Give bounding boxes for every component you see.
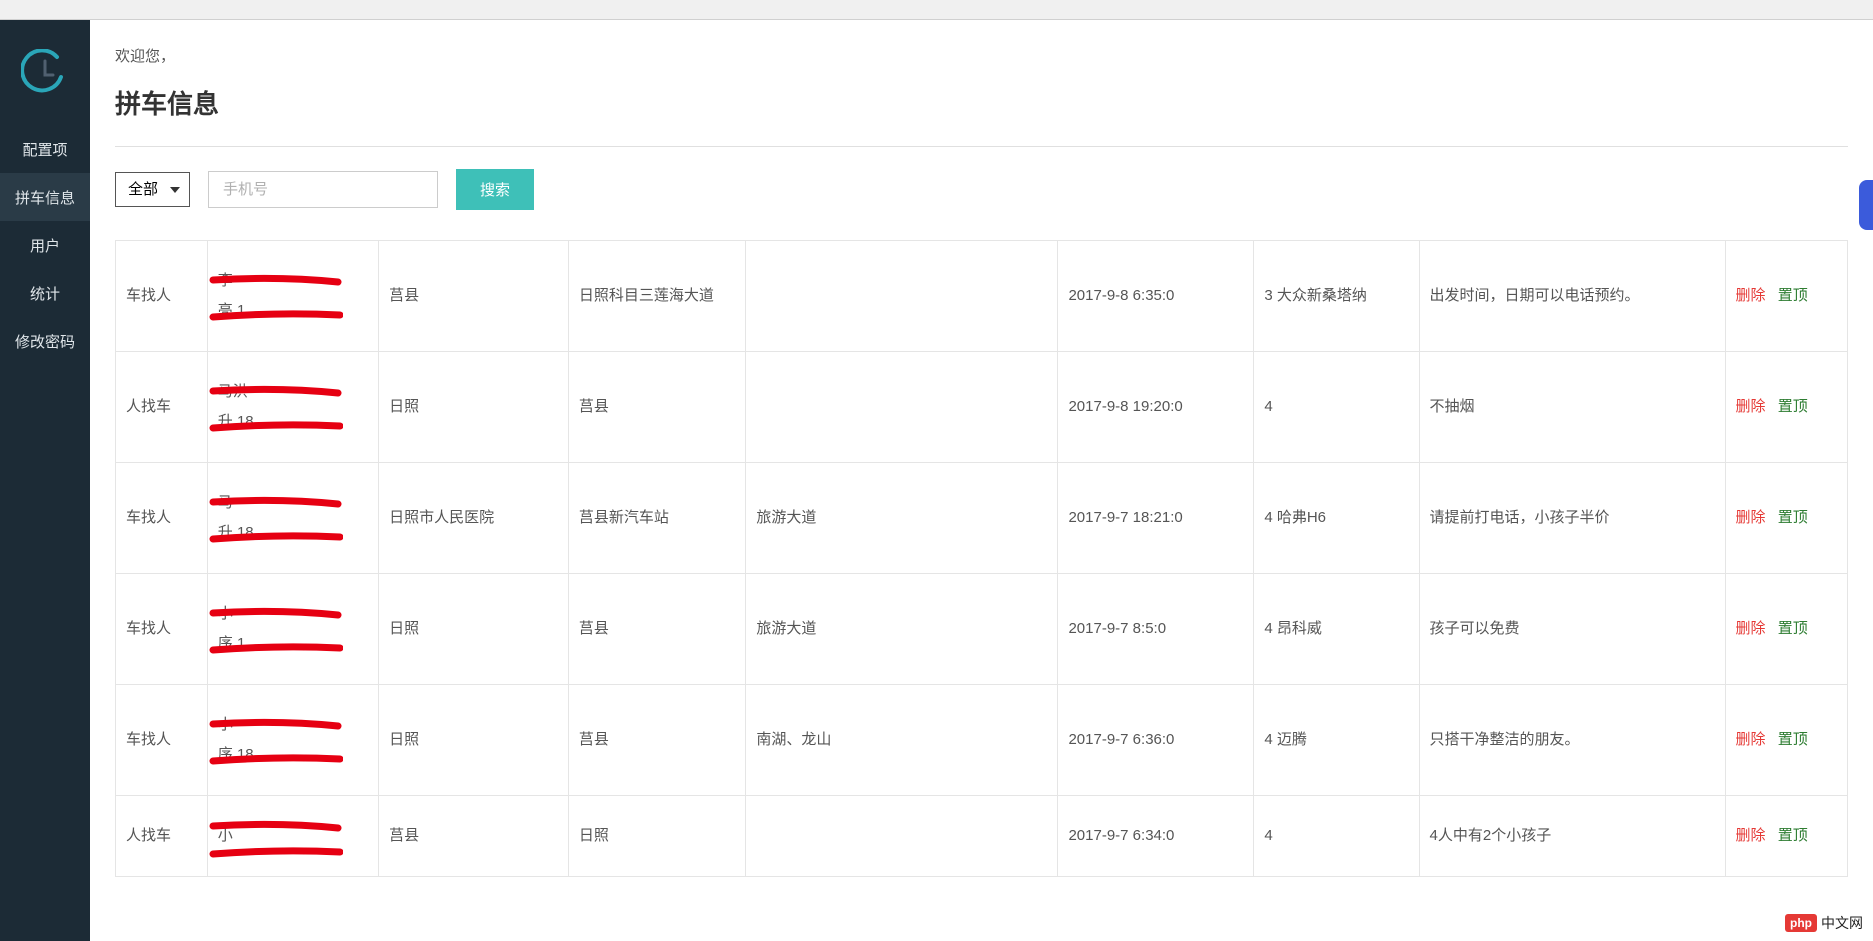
cell-time: 2017-9-7 8:5:0 [1058, 574, 1254, 685]
sidebar-item-label: 配置项 [22, 139, 67, 160]
cell-name: 马 升 18 [207, 463, 378, 574]
right-accent-tab[interactable] [1859, 180, 1873, 230]
cell-time: 2017-9-8 6:35:0 [1058, 241, 1254, 352]
cell-seats: 3 大众新桑塔纳 [1254, 241, 1419, 352]
cell-time: 2017-9-7 6:36:0 [1058, 685, 1254, 796]
sidebar-item-label: 统计 [30, 283, 60, 304]
cell-start: 莒县 [379, 796, 569, 877]
sidebar-item-stats[interactable]: 统计 [0, 269, 90, 317]
cell-start: 莒县 [379, 241, 569, 352]
cell-via [746, 352, 1058, 463]
cell-end: 莒县 [568, 685, 745, 796]
sidebar-item-label: 用户 [30, 235, 60, 256]
cell-time: 2017-9-7 18:21:0 [1058, 463, 1254, 574]
watermark: php 中文网 [1785, 913, 1863, 933]
cell-seats: 4 昂科威 [1254, 574, 1419, 685]
delete-link[interactable]: 删除 [1736, 620, 1766, 637]
cell-start: 日照 [379, 574, 569, 685]
top-link[interactable]: 置顶 [1778, 731, 1808, 748]
cell-seats: 4 哈弗H6 [1254, 463, 1419, 574]
top-link[interactable]: 置顶 [1778, 509, 1808, 526]
cell-name: 小 序 18 [207, 685, 378, 796]
cell-type: 车找人 [116, 685, 208, 796]
delete-link[interactable]: 删除 [1736, 398, 1766, 415]
cell-remark: 出发时间，日期可以电话预约。 [1419, 241, 1725, 352]
table-row: 车找人 马 升 18 日照市人民医院 莒县新汽车站 旅游大道 2017-9-7 … [116, 463, 1848, 574]
cell-name: 小 序 1 [207, 574, 378, 685]
cell-type: 人找车 [116, 352, 208, 463]
cell-seats: 4 迈腾 [1254, 685, 1419, 796]
cell-start: 日照 [379, 352, 569, 463]
top-link[interactable]: 置顶 [1778, 620, 1808, 637]
cell-type: 车找人 [116, 463, 208, 574]
delete-link[interactable]: 删除 [1736, 827, 1766, 844]
cell-remark: 不抽烟 [1419, 352, 1725, 463]
search-button[interactable]: 搜索 [456, 169, 534, 210]
cell-type: 车找人 [116, 241, 208, 352]
cell-name: 小 [207, 796, 378, 877]
cell-remark: 孩子可以免费 [1419, 574, 1725, 685]
delete-link[interactable]: 删除 [1736, 731, 1766, 748]
cell-via [746, 241, 1058, 352]
cell-actions: 删除 置顶 [1725, 574, 1847, 685]
cell-name: 马洪 升 18 [207, 352, 378, 463]
table-row: 车找人 李 亮 1 莒县 日照科目三莲海大道 2017-9-8 6:35:0 3… [116, 241, 1848, 352]
sidebar-item-label: 修改密码 [15, 331, 75, 352]
sidebar-item-password[interactable]: 修改密码 [0, 317, 90, 365]
cell-remark: 请提前打电话，小孩子半价 [1419, 463, 1725, 574]
top-link[interactable]: 置顶 [1778, 827, 1808, 844]
sidebar: 配置项 拼车信息 用户 统计 修改密码 [0, 20, 90, 941]
cell-time: 2017-9-7 6:34:0 [1058, 796, 1254, 877]
cell-seats: 4 [1254, 352, 1419, 463]
table-row: 车找人 小 序 18 日照 莒县 南湖、龙山 2017-9-7 6:36:0 4… [116, 685, 1848, 796]
top-link[interactable]: 置顶 [1778, 287, 1808, 304]
cell-end: 莒县新汽车站 [568, 463, 745, 574]
sidebar-item-config[interactable]: 配置项 [0, 125, 90, 173]
cell-actions: 删除 置顶 [1725, 463, 1847, 574]
watermark-text: 中文网 [1821, 913, 1863, 933]
table-row: 人找车 小 莒县 日照 2017-9-7 6:34:0 4 4人中有2个小孩子 … [116, 796, 1848, 877]
delete-link[interactable]: 删除 [1736, 287, 1766, 304]
cell-via: 南湖、龙山 [746, 685, 1058, 796]
sidebar-item-label: 拼车信息 [15, 187, 75, 208]
cell-end: 莒县 [568, 574, 745, 685]
logo-icon [21, 49, 69, 97]
cell-actions: 删除 置顶 [1725, 685, 1847, 796]
cell-start: 日照市人民医院 [379, 463, 569, 574]
sidebar-item-carpool[interactable]: 拼车信息 [0, 173, 90, 221]
cell-seats: 4 [1254, 796, 1419, 877]
cell-start: 日照 [379, 685, 569, 796]
table-row: 车找人 小 序 1 日照 莒县 旅游大道 2017-9-7 8:5:0 4 昂科… [116, 574, 1848, 685]
phone-input[interactable] [208, 171, 438, 208]
cell-actions: 删除 置顶 [1725, 352, 1847, 463]
browser-chrome-bar [0, 0, 1873, 20]
cell-type: 车找人 [116, 574, 208, 685]
table-row: 人找车 马洪 升 18 日照 莒县 2017-9-8 19:20:0 4 不抽烟… [116, 352, 1848, 463]
cell-end: 莒县 [568, 352, 745, 463]
page-title: 拼车信息 [115, 84, 1848, 121]
cell-name: 李 亮 1 [207, 241, 378, 352]
delete-link[interactable]: 删除 [1736, 509, 1766, 526]
top-link[interactable]: 置顶 [1778, 398, 1808, 415]
sidebar-item-users[interactable]: 用户 [0, 221, 90, 269]
watermark-php: php [1785, 914, 1817, 932]
filter-bar: 全部 搜索 [115, 169, 1848, 210]
cell-remark: 只搭干净整洁的朋友。 [1419, 685, 1725, 796]
type-select[interactable]: 全部 [115, 172, 190, 207]
main-content: 欢迎您， 拼车信息 全部 搜索 车找人 李 亮 1 [90, 20, 1873, 941]
cell-end: 日照 [568, 796, 745, 877]
cell-remark: 4人中有2个小孩子 [1419, 796, 1725, 877]
data-table: 车找人 李 亮 1 莒县 日照科目三莲海大道 2017-9-8 6:35:0 3… [115, 240, 1848, 877]
cell-actions: 删除 置顶 [1725, 796, 1847, 877]
cell-time: 2017-9-8 19:20:0 [1058, 352, 1254, 463]
cell-type: 人找车 [116, 796, 208, 877]
cell-via: 旅游大道 [746, 463, 1058, 574]
cell-via: 旅游大道 [746, 574, 1058, 685]
welcome-text: 欢迎您， [115, 45, 1848, 66]
cell-end: 日照科目三莲海大道 [568, 241, 745, 352]
logo [0, 20, 90, 125]
cell-actions: 删除 置顶 [1725, 241, 1847, 352]
divider [115, 146, 1848, 147]
cell-via [746, 796, 1058, 877]
